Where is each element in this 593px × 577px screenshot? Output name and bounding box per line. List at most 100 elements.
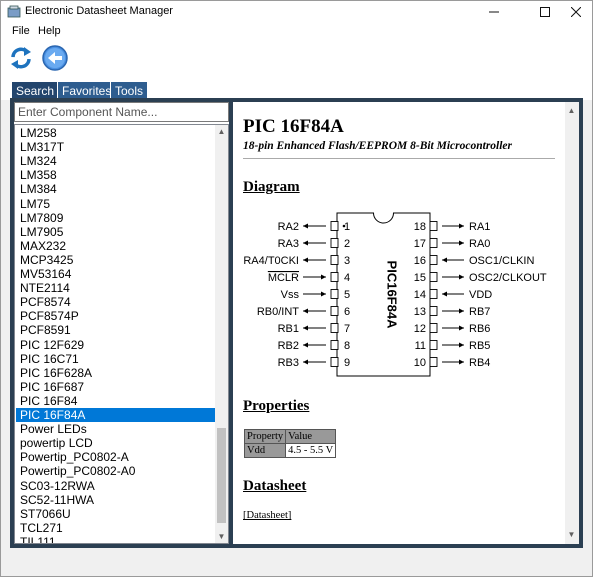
list-item[interactable]: PCF8574 (16, 295, 216, 309)
scroll-up-icon[interactable]: ▲ (215, 125, 228, 138)
detail-scrollbar[interactable]: ▲ ▼ (565, 102, 579, 544)
pin-number: 14 (414, 289, 426, 301)
pin-pad (429, 238, 438, 248)
pin-label: RA2 (278, 221, 299, 233)
tab-favorites[interactable]: Favorites (57, 81, 117, 99)
list-item[interactable]: Power LEDs (16, 422, 216, 436)
list-item[interactable]: PIC 16F628A (16, 366, 216, 380)
menu-help[interactable]: Help (38, 25, 61, 37)
pin-label: MCLR (268, 272, 299, 284)
arrow-left-icon (303, 240, 308, 246)
scroll-down-icon[interactable]: ▼ (215, 530, 228, 543)
list-item[interactable]: LM75 (16, 197, 216, 211)
pin-pad (429, 323, 438, 333)
pin-number: 3 (344, 255, 350, 267)
detail-content: PIC 16F84A 18-pin Enhanced Flash/EEPROM … (233, 102, 563, 544)
pin-label: OSC1/CLKIN (469, 255, 534, 267)
maximize-icon (540, 7, 550, 17)
scroll-down-icon[interactable]: ▼ (565, 528, 578, 541)
pin-diagram: PIC16F84A 1 RA2 2 RA3 3 RA4/T0CKI 4 MCLR 5 Vss 6 RB0… (243, 212, 547, 377)
pin-label: RB3 (278, 357, 299, 369)
list-item[interactable]: PCF8591 (16, 323, 216, 337)
detail-pane: PIC 16F84A 18-pin Enhanced Flash/EEPROM … (233, 102, 579, 544)
pin-pad (330, 272, 339, 282)
tab-search[interactable]: Search (11, 81, 60, 99)
list-item[interactable]: PIC 12F629 (16, 338, 216, 352)
list-item[interactable]: PCF8574P (16, 309, 216, 323)
pin-number: 15 (414, 272, 426, 284)
tab-tools[interactable]: Tools (110, 81, 149, 99)
list-item[interactable]: powertip LCD (16, 436, 216, 450)
component-list[interactable]: TIL111 TCL271 ST7066U SC52-11HWA SC03-12RWA P… (14, 124, 229, 544)
pin-pad (429, 340, 438, 350)
pin-pad (429, 357, 438, 367)
list-item[interactable]: TIL111 (16, 535, 216, 543)
pin-label: RB0/INT (257, 306, 299, 318)
property-value: 4.5 - 5.5 V (285, 443, 337, 458)
app-icon (7, 5, 21, 18)
toolbar (1, 40, 592, 76)
list-item[interactable]: PIC 16F84 (16, 394, 216, 408)
pin-number: 9 (344, 357, 350, 369)
list-item[interactable]: MCP3425 (16, 253, 216, 267)
list-item[interactable]: SC52-11HWA (16, 493, 216, 507)
pin-pad (330, 323, 339, 333)
pin-label: RB2 (278, 340, 299, 352)
pin-label: RB1 (278, 323, 299, 335)
list-item[interactable]: PIC 16C71 (16, 352, 216, 366)
list-item[interactable]: ST7066U (16, 507, 216, 521)
pin-number: 1 (344, 221, 350, 233)
pin-number: 17 (414, 238, 426, 250)
pin-label: RB5 (469, 340, 490, 352)
pin-number: 10 (414, 357, 426, 369)
chip-label: PIC16F84A (385, 261, 400, 330)
maximize-button[interactable] (528, 1, 562, 23)
pin-number: 11 (415, 340, 426, 352)
list-item[interactable]: Powertip_PC0802-A (16, 450, 216, 464)
component-title: PIC 16F84A (243, 116, 344, 137)
minimize-button[interactable] (477, 1, 511, 23)
list-item[interactable]: LM384 (16, 182, 216, 196)
list-item[interactable]: LM324 (16, 154, 216, 168)
divider (243, 158, 555, 159)
pin-label: VDD (469, 289, 492, 301)
scroll-up-icon[interactable]: ▲ (565, 104, 578, 117)
component-subtitle: 18-pin Enhanced Flash/EEPROM 8-Bit Micro… (243, 140, 513, 152)
pin-label: OSC2/CLKOUT (469, 272, 547, 284)
list-item[interactable]: SC03-12RWA (16, 479, 216, 493)
list-item[interactable]: LM7905 (16, 225, 216, 239)
list-item[interactable]: MV53164 (16, 267, 216, 281)
search-input[interactable] (14, 102, 229, 122)
list-item[interactable]: LM7809 (16, 211, 216, 225)
back-arrow-icon[interactable] (41, 44, 69, 72)
menu-file[interactable]: File (12, 25, 30, 37)
list-item[interactable]: NTE2114 (16, 281, 216, 295)
pin-label: RA0 (469, 238, 490, 250)
list-item[interactable]: LM317T (16, 140, 216, 154)
arrow-right-icon (321, 274, 326, 280)
pin-pad (429, 306, 438, 316)
list-item[interactable]: PIC 16F84A (16, 408, 216, 422)
list-item[interactable]: LM358 (16, 168, 216, 182)
tab-row: Search Favorites Tools (1, 76, 592, 100)
list-item[interactable]: LM258 (16, 126, 216, 140)
list-item[interactable]: Powertip_PC0802-A0 (16, 464, 216, 478)
pin-pad (330, 289, 339, 299)
pin-number: 18 (414, 221, 426, 233)
close-button[interactable] (559, 1, 593, 23)
pin-pad (330, 255, 339, 265)
pin-number: 12 (414, 323, 426, 335)
pin-label: RA1 (469, 221, 490, 233)
refresh-icon[interactable] (7, 44, 35, 72)
pin-pad (429, 255, 438, 265)
pin-label: RB7 (469, 306, 490, 318)
list-scrollbar[interactable]: ▲ ▼ (215, 125, 228, 543)
scroll-thumb[interactable] (217, 428, 226, 523)
pin-pad (429, 221, 438, 231)
datasheet-link[interactable]: [Datasheet] (243, 510, 291, 521)
list-item[interactable]: PIC 16F687 (16, 380, 216, 394)
list-item[interactable]: TCL271 (16, 521, 216, 535)
property-name: Vdd (243, 443, 287, 458)
pin-label: RB4 (469, 357, 490, 369)
list-item[interactable]: MAX232 (16, 239, 216, 253)
